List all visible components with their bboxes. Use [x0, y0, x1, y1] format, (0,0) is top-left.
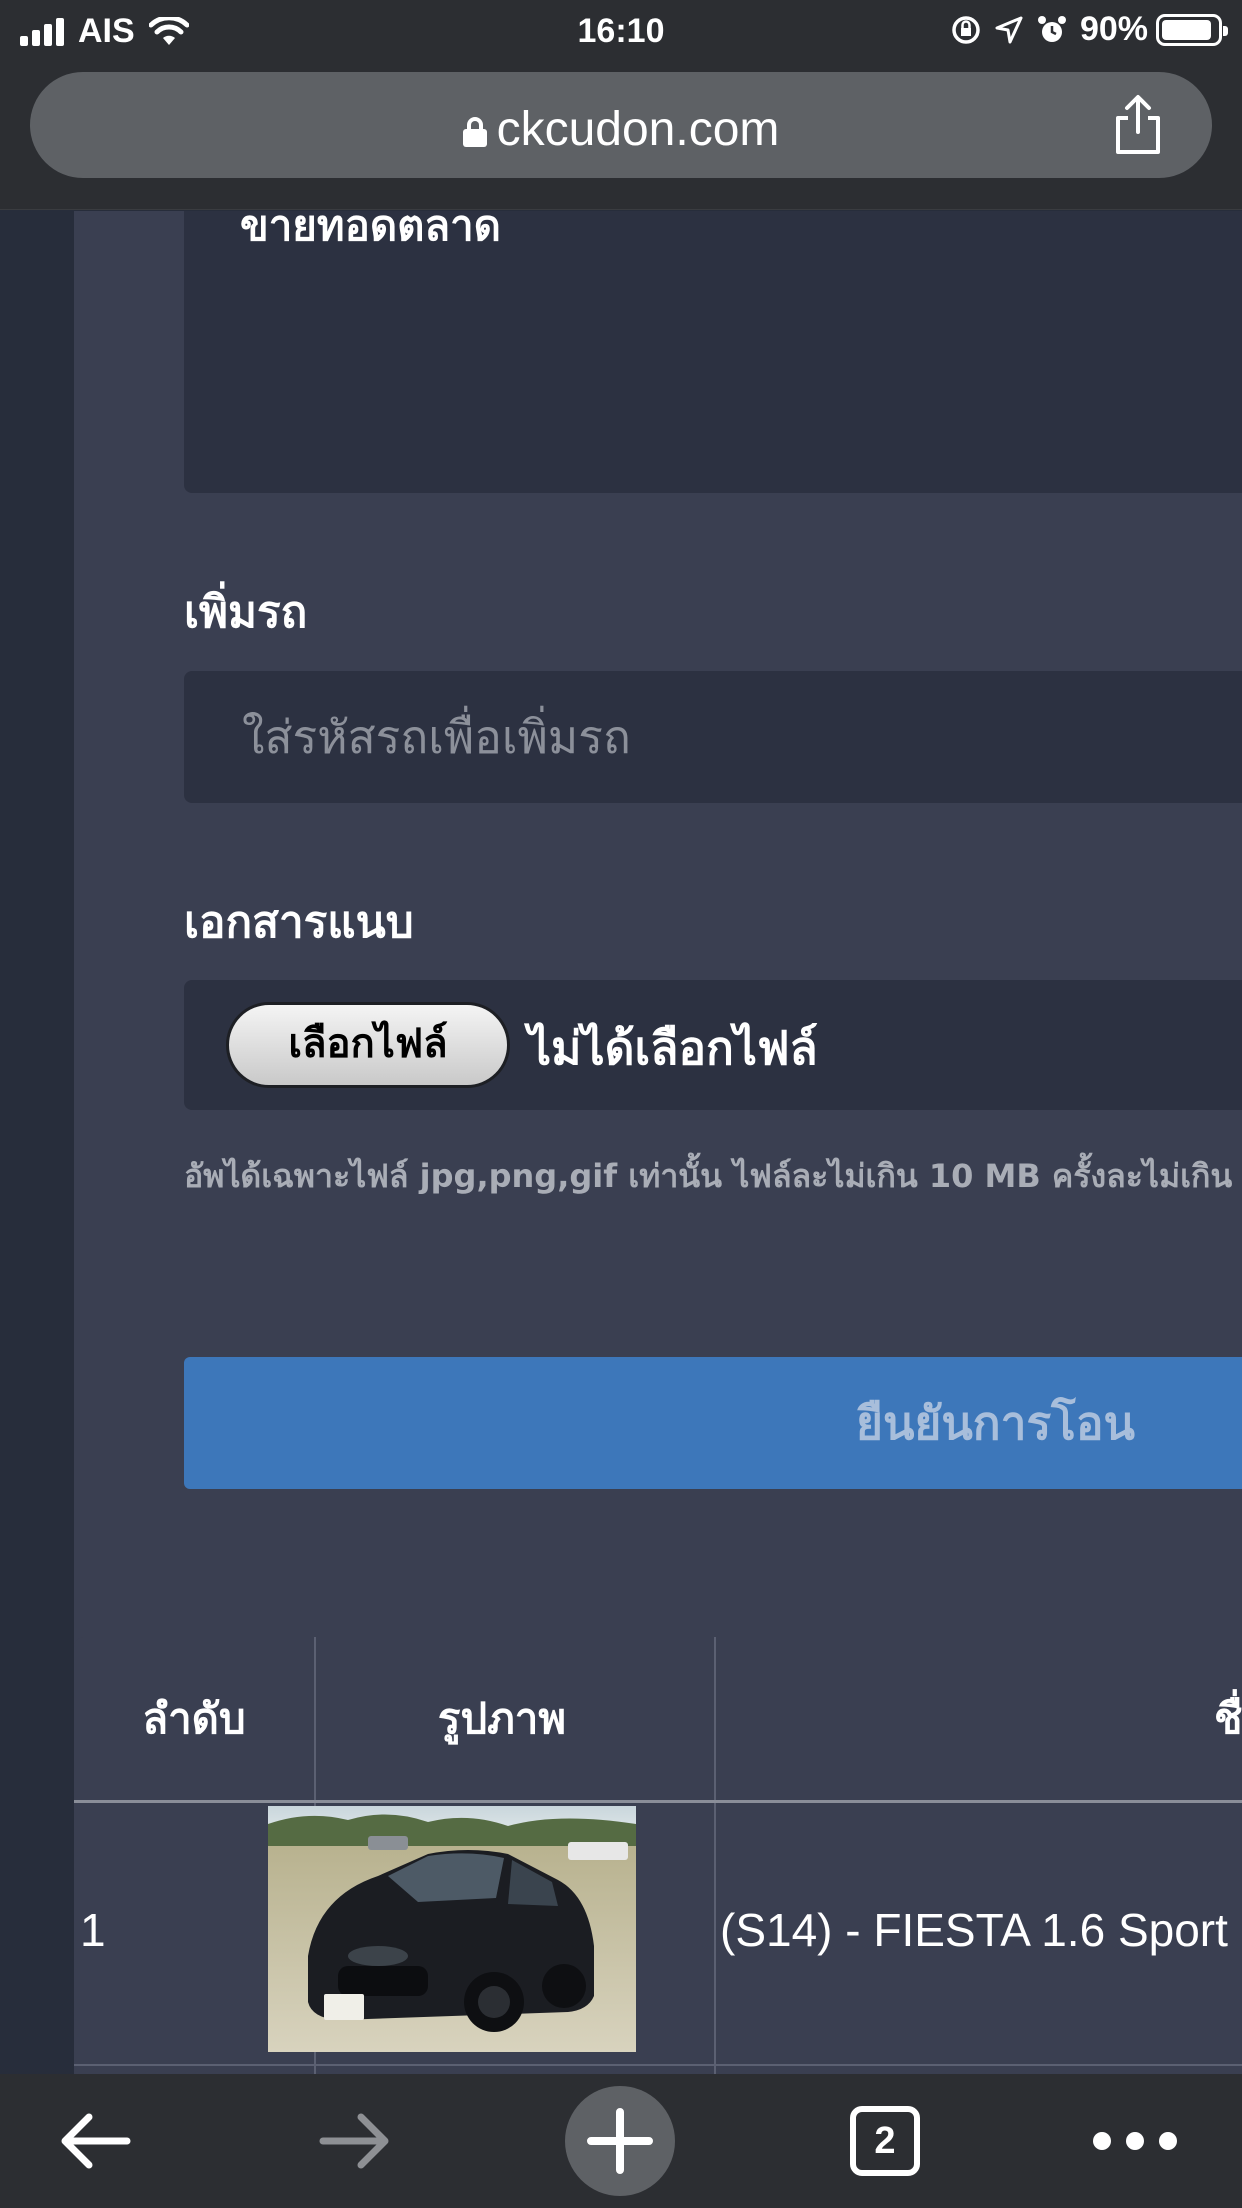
car-thumbnail-image[interactable]	[268, 1806, 636, 2052]
forward-button[interactable]	[300, 2074, 410, 2208]
forward-arrow-icon	[319, 2113, 389, 2169]
more-button[interactable]	[1070, 2074, 1200, 2208]
header-image: รูปภาพ	[437, 1693, 567, 1743]
tabs-button[interactable]: 2	[830, 2074, 940, 2208]
attachment-label: เอกสารแนบ	[184, 897, 414, 948]
upload-help-text: อัพได้เฉพาะไฟล์ jpg,png,gif เท่านั้น ไฟล…	[184, 1157, 1242, 1195]
orientation-lock-icon	[952, 15, 980, 44]
no-file-chosen-text: ไม่ได้เลือกไฟล์	[528, 1021, 818, 1075]
battery-percent: 90%	[1079, 10, 1148, 48]
location-arrow-icon	[995, 16, 1023, 43]
confirm-transfer-button[interactable]: ยืนยันการโอน	[184, 1357, 1242, 1489]
row-divider	[74, 2064, 1242, 2066]
back-button[interactable]	[40, 2074, 150, 2208]
new-tab-plus-icon	[587, 2108, 653, 2174]
tabs-icon: 2	[850, 2106, 920, 2176]
add-car-label: เพิ่มรถ	[184, 587, 308, 638]
cars-table: ลำดับ รูปภาพ ชื่ 1 (S14) - FIESTA 1.6 Sp…	[74, 1637, 1242, 2074]
note-partial-text: ขายทอดตลาด	[240, 211, 501, 250]
url-text: ckcudon.com	[496, 103, 780, 156]
battery-icon	[1156, 13, 1228, 46]
page-content: ขายทอดตลาด เพิ่มรถ เอกสารแนบ เลือกไฟล์ ไ…	[0, 211, 1242, 2074]
url-display[interactable]: ckcudon.com	[30, 102, 1212, 157]
battery-fill	[1162, 19, 1211, 40]
row-car-name[interactable]: (S14) - FIESTA 1.6 Sport	[720, 1803, 1242, 2057]
share-icon[interactable]	[1108, 92, 1168, 158]
battery-nub	[1223, 25, 1228, 36]
status-bar: AIS 16:10 90%	[0, 0, 1242, 62]
header-name: ชื่	[1214, 1693, 1242, 1743]
column-divider	[714, 1637, 716, 2074]
add-car-input[interactable]	[184, 671, 1242, 803]
alarm-icon	[1037, 15, 1066, 42]
back-arrow-icon	[61, 2113, 131, 2169]
new-tab-circle	[565, 2086, 675, 2196]
lock-icon	[462, 117, 487, 147]
add-car-field[interactable]	[184, 671, 1242, 803]
choose-file-button[interactable]: เลือกไฟล์	[226, 1002, 510, 1088]
new-tab-button[interactable]	[565, 2074, 675, 2208]
more-icon	[1093, 2132, 1177, 2150]
address-bar[interactable]: ckcudon.com	[30, 72, 1212, 178]
attachment-field: เลือกไฟล์ ไม่ได้เลือกไฟล์	[184, 980, 1242, 1110]
browser-url-area: ckcudon.com	[0, 62, 1242, 210]
browser-toolbar: 2	[0, 2074, 1242, 2208]
row-index: 1	[80, 1904, 106, 1956]
header-index: ลำดับ	[142, 1693, 246, 1743]
car-photo	[268, 1806, 636, 2052]
status-right: 90%	[950, 10, 1228, 49]
